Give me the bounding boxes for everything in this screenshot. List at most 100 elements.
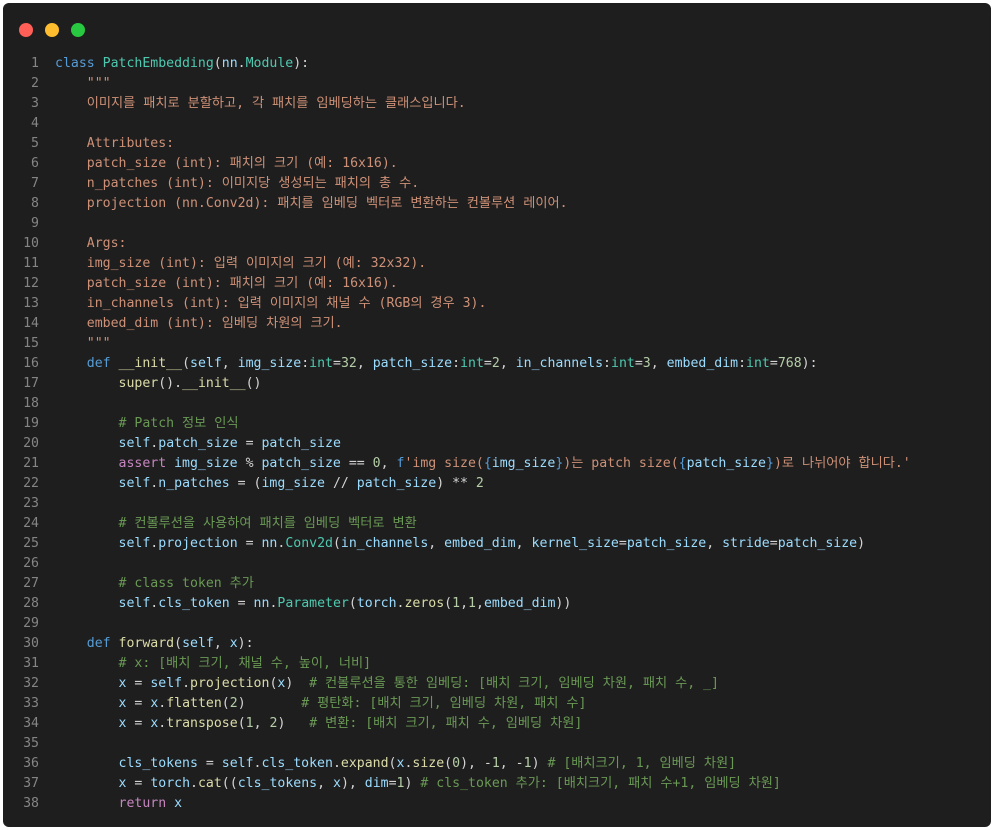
code-token: )는 patch size(	[563, 456, 679, 471]
code-token: patch_size	[686, 456, 766, 471]
code-token: self	[182, 636, 214, 651]
code-token: img_size (int): 입력 이미지의 크기 (예: 32x32).	[55, 256, 427, 271]
code-token: img_size	[261, 476, 326, 491]
code-token: ,	[475, 596, 484, 611]
code-token: torch	[150, 776, 191, 791]
code-token: # class token 추가	[55, 576, 254, 591]
code-token: projection (nn.Conv2d): 패치를 임베딩 벡터로 변환하는…	[55, 196, 568, 211]
code-line: 24 # 컨볼루션을 사용하여 패치를 임베딩 벡터로 변환	[3, 514, 991, 534]
code-token: ,	[499, 356, 516, 371]
code-token: (	[182, 356, 191, 371]
line-number: 1	[31, 56, 39, 71]
close-button[interactable]	[19, 23, 33, 37]
line-number: 34	[23, 716, 39, 731]
line-text: x = self.projection(x) # 컨볼루션을 통한 임베딩: […	[55, 674, 719, 694]
code-token: patch_size (int): 패치의 크기 (예: 16x16).	[55, 276, 398, 291]
line-number: 4	[31, 116, 39, 131]
line-number: 37	[23, 776, 39, 791]
code-token: ==	[340, 456, 373, 471]
code-token: Module	[245, 56, 294, 71]
code-token: =	[126, 676, 151, 691]
line-number: 27	[23, 576, 39, 591]
code-token: :	[603, 356, 611, 371]
line-text: embed_dim (int): 임베딩 차원의 크기.	[55, 314, 343, 334]
code-line: 32 x = self.projection(x) # 컨볼루션을 통한 임베딩…	[3, 674, 991, 694]
code-token: :	[452, 356, 461, 371]
zoom-button[interactable]	[71, 23, 85, 37]
code-line: 8 projection (nn.Conv2d): 패치를 임베딩 벡터로 변환…	[3, 194, 991, 214]
line-text: in_channels (int): 입력 이미지의 채널 수 (RGB의 경우…	[55, 294, 487, 314]
code-token: (	[221, 696, 230, 711]
code-token: 1	[452, 596, 461, 611]
code-token: ((	[221, 776, 238, 791]
code-token: """	[55, 76, 111, 91]
code-editor[interactable]: 1 class PatchEmbedding(nn.Module): 2 """ 3 …	[3, 54, 991, 814]
line-number: 36	[23, 756, 39, 771]
code-token: patch_size	[261, 456, 341, 471]
code-token: size	[412, 756, 445, 771]
line-text: """	[55, 334, 111, 354]
line-number: 18	[23, 396, 39, 411]
code-line: 23	[3, 494, 991, 514]
code-token: =	[126, 776, 151, 791]
code-line: 25 self.projection = nn.Conv2d(in_channe…	[3, 534, 991, 554]
code-token: %	[237, 456, 262, 471]
code-token: =	[126, 716, 151, 731]
code-line: 12 patch_size (int): 패치의 크기 (예: 16x16).	[3, 274, 991, 294]
line-text: # class token 추가	[55, 574, 254, 594]
code-window: 1 class PatchEmbedding(nn.Module): 2 """ 3 …	[3, 3, 991, 827]
minimize-button[interactable]	[45, 23, 59, 37]
code-token: patch_size	[777, 536, 858, 551]
code-token: ,	[650, 356, 667, 371]
line-number: 33	[23, 696, 39, 711]
code-token: self	[118, 536, 151, 551]
code-token: self	[150, 676, 183, 691]
code-token: Attributes:	[55, 136, 175, 151]
code-line: 3 이미지를 패치로 분할하고, 각 패치를 임베딩하는 클래스입니다.	[3, 94, 991, 114]
line-number: 35	[23, 736, 39, 751]
code-token: ().	[158, 376, 183, 391]
code-token: ,	[317, 776, 333, 791]
code-token: =	[332, 356, 341, 371]
code-token: embed_dim	[483, 596, 556, 611]
line-text: self.patch_size = patch_size	[55, 434, 341, 454]
code-token: 이미지를 패치로 분할하고, 각 패치를 임베딩하는 클래스입니다.	[55, 96, 466, 111]
code-token: flatten	[166, 696, 222, 711]
line-text: Attributes:	[55, 134, 174, 154]
line-number: 14	[23, 316, 39, 331]
code-token: 2	[229, 696, 238, 711]
line-text: # x: [배치 크기, 채널 수, 높이, 너비]	[55, 654, 372, 674]
code-token: # 변환: [배치 크기, 패치 수, 임베딩 차원]	[309, 716, 583, 731]
code-token: nn	[253, 596, 270, 611]
code-token: x	[174, 796, 183, 811]
line-number: 28	[23, 596, 39, 611]
line-text: # 컨볼루션을 사용하여 패치를 임베딩 벡터로 변환	[55, 514, 417, 534]
code-token: 2	[491, 356, 500, 371]
code-token: nn	[261, 536, 278, 551]
code-line: 1 class PatchEmbedding(nn.Module):	[3, 54, 991, 74]
line-text: def forward(self, x):	[55, 634, 254, 654]
code-token: :	[738, 356, 747, 371]
code-line: 27 # class token 추가	[3, 574, 991, 594]
line-number: 26	[23, 556, 39, 571]
code-token: self	[118, 436, 151, 451]
code-token: 768	[777, 356, 802, 371]
code-token: )	[531, 756, 548, 771]
code-token: # 컨볼루션을 통한 임베딩: [배치 크기, 임베딩 차원, 패치 수, _]	[309, 676, 719, 691]
code-token: =	[237, 536, 262, 551]
line-text: class PatchEmbedding(nn.Module):	[55, 54, 309, 74]
code-line: 30 def forward(self, x):	[3, 634, 991, 654]
line-text: patch_size (int): 패치의 크기 (예: 16x16).	[55, 154, 398, 174]
line-number: 23	[23, 496, 39, 511]
code-token: =	[618, 536, 627, 551]
line-number: 25	[23, 536, 39, 551]
code-line: 31 # x: [배치 크기, 채널 수, 높이, 너비]	[3, 654, 991, 674]
